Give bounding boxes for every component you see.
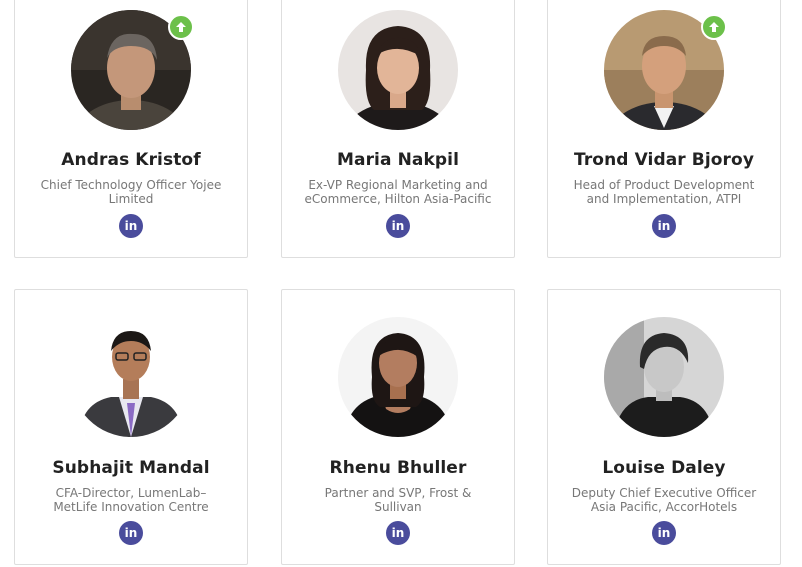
speaker-name: Andras Kristof (61, 150, 201, 170)
speaker-card: Subhajit Mandal CFA-Director, LumenLab– … (14, 289, 248, 565)
arrow-up-icon (701, 14, 727, 40)
speaker-name: Subhajit Mandal (52, 458, 210, 478)
speaker-title-line: Ex-VP Regional Marketing and (308, 178, 488, 192)
speaker-title-line: Limited (108, 192, 154, 206)
linkedin-icon[interactable]: in (386, 214, 410, 238)
speaker-title-line: CFA-Director, LumenLab– (55, 486, 207, 500)
arrow-up-icon (168, 14, 194, 40)
speaker-title: Ex-VP Regional Marketing and eCommerce, … (300, 178, 496, 206)
avatar-container (604, 10, 727, 130)
speaker-title-line: and Implementation, ATPI (586, 192, 742, 206)
speaker-name: Trond Vidar Bjoroy (573, 150, 755, 170)
speaker-card: Maria Nakpil Ex-VP Regional Marketing an… (281, 0, 515, 258)
linkedin-icon[interactable]: in (119, 521, 143, 545)
avatar-container (604, 317, 724, 437)
speaker-title: Head of Product Development and Implemen… (566, 178, 762, 206)
speaker-title-line: Head of Product Development (573, 178, 755, 192)
speaker-name: Louise Daley (602, 458, 726, 478)
speaker-title: Chief Technology Officer Yojee Limited (33, 178, 229, 206)
speaker-title: Partner and SVP, Frost & Sullivan (300, 486, 496, 514)
speaker-title-line: Sullivan (374, 500, 422, 514)
avatar-container (338, 317, 458, 437)
avatar-container (71, 317, 191, 437)
avatar[interactable] (338, 317, 458, 437)
speaker-title-line: Deputy Chief Executive Officer (571, 486, 757, 500)
speaker-card: Louise Daley Deputy Chief Executive Offi… (547, 289, 781, 565)
speaker-title-line: MetLife Innovation Centre (53, 500, 209, 514)
speaker-name: Maria Nakpil (336, 150, 460, 170)
speaker-title-line: eCommerce, Hilton Asia-Pacific (304, 192, 492, 206)
avatar[interactable] (338, 10, 458, 130)
speaker-title: CFA-Director, LumenLab– MetLife Innovati… (33, 486, 229, 514)
linkedin-icon[interactable]: in (652, 521, 676, 545)
avatar[interactable] (71, 317, 191, 437)
speaker-title-line: Asia Pacific, AccorHotels (590, 500, 738, 514)
speaker-title: Deputy Chief Executive Officer Asia Paci… (566, 486, 762, 514)
speaker-title-line: Partner and SVP, Frost & (324, 486, 472, 500)
speaker-card: Trond Vidar Bjoroy Head of Product Devel… (547, 0, 781, 258)
linkedin-icon[interactable]: in (386, 521, 410, 545)
speaker-title-line: Chief Technology Officer Yojee (40, 178, 222, 192)
speaker-grid: Andras Kristof Chief Technology Officer … (0, 0, 802, 567)
speaker-card: Andras Kristof Chief Technology Officer … (14, 0, 248, 258)
avatar[interactable] (604, 317, 724, 437)
linkedin-icon[interactable]: in (652, 214, 676, 238)
speaker-card: Rhenu Bhuller Partner and SVP, Frost & S… (281, 289, 515, 565)
avatar-container (71, 10, 194, 130)
speaker-name: Rhenu Bhuller (329, 458, 467, 478)
avatar-container (338, 10, 458, 130)
linkedin-icon[interactable]: in (119, 214, 143, 238)
